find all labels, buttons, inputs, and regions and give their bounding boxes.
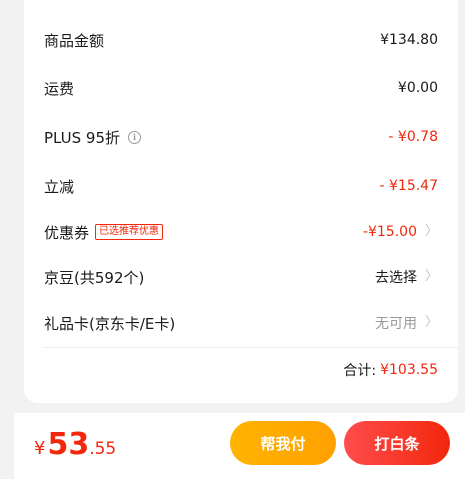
chevron-right-icon: 〉: [424, 224, 438, 239]
checkout-bar: ¥ 53 .55 帮我付 打白条: [14, 413, 465, 479]
instant-discount-value: - ¥15.47: [379, 178, 439, 194]
total-row: 合计: ¥103.55: [343, 356, 438, 384]
shipping-row: 运费 ¥0.00: [44, 73, 438, 103]
total-value: ¥103.55: [380, 362, 438, 378]
recommended-coupon-tag: 已选推荐优惠: [95, 224, 164, 240]
order-summary-card: 商品金额 ¥134.80 运费 ¥0.00 PLUS 95折 i - ¥0.78…: [24, 0, 458, 403]
jingdou-value-group: 去选择 〉: [375, 267, 438, 287]
payable-price: ¥ 53 .55: [34, 427, 116, 462]
jingdou-row[interactable]: 京豆(共592个) 去选择 〉: [44, 262, 438, 292]
goods-amount-row: 商品金额 ¥134.80: [44, 25, 438, 55]
price-currency-symbol: ¥: [34, 438, 46, 459]
baitiao-pay-button[interactable]: 打白条: [344, 421, 450, 465]
chevron-right-icon: 〉: [424, 315, 438, 330]
coupon-value-group: -¥15.00 〉: [363, 224, 438, 240]
gift-card-value-group: 无可用 〉: [375, 313, 438, 333]
coupon-value: -¥15.00: [362, 224, 417, 240]
goods-amount-value: ¥134.80: [380, 32, 438, 48]
gift-card-row[interactable]: 礼品卡(京东卡/E卡) 无可用 〉: [44, 308, 438, 338]
jingdou-value: 去选择: [374, 270, 417, 286]
total-label: 合计:: [343, 363, 377, 379]
instant-discount-label: 立减: [44, 177, 75, 196]
plus-discount-value: - ¥0.78: [388, 129, 438, 145]
gift-card-value: 无可用: [374, 316, 417, 332]
shipping-label: 运费: [44, 79, 75, 98]
plus-discount-row: PLUS 95折 i - ¥0.78: [44, 122, 438, 152]
plus-discount-label: PLUS 95折: [44, 128, 121, 147]
price-decimal: .55: [89, 439, 117, 459]
plus-discount-label-group: PLUS 95折 i: [44, 127, 142, 148]
jingdou-label: 京豆(共592个): [44, 268, 145, 287]
coupon-row[interactable]: 优惠券 已选推荐优惠 -¥15.00 〉: [44, 217, 438, 247]
coupon-label: 优惠券: [44, 223, 90, 242]
divider: [44, 347, 458, 348]
info-icon[interactable]: i: [128, 130, 142, 144]
gift-card-label: 礼品卡(京东卡/E卡): [44, 314, 176, 333]
coupon-label-group: 优惠券 已选推荐优惠: [44, 222, 164, 243]
goods-amount-label: 商品金额: [44, 31, 105, 50]
instant-discount-row: 立减 - ¥15.47: [44, 171, 438, 201]
shipping-value: ¥0.00: [397, 80, 438, 96]
chevron-right-icon: 〉: [424, 269, 438, 284]
price-integer: 53: [47, 427, 90, 462]
help-me-pay-button[interactable]: 帮我付: [230, 421, 336, 465]
